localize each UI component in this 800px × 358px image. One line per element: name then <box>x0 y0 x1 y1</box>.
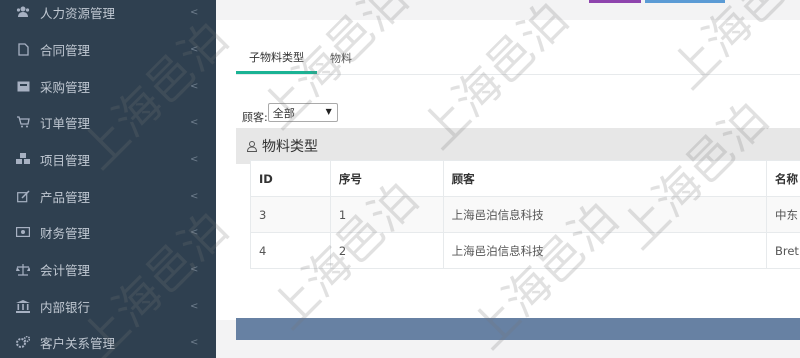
sidebar-item-hr[interactable]: 人力资源管理 < <box>0 0 216 30</box>
sidebar-item-label: 内部银行 <box>40 299 91 315</box>
sidebar-item-label: 客户关系管理 <box>40 335 116 351</box>
chevron-left-icon: < <box>190 116 199 128</box>
users-icon <box>16 5 30 19</box>
cell-name: Bret <box>765 232 800 269</box>
cell-id: 3 <box>250 196 331 233</box>
money-icon <box>16 225 30 239</box>
chevron-left-icon: < <box>190 190 199 202</box>
customer-select-value: 全部 <box>272 106 295 120</box>
top-toolbar <box>216 0 800 20</box>
chevron-left-icon: < <box>190 300 199 312</box>
sidebar-item-label: 会计管理 <box>40 262 91 278</box>
cell-id: 4 <box>250 232 331 269</box>
sidebar-item-contract[interactable]: 合同管理 < <box>0 31 216 67</box>
user-icon <box>246 141 258 152</box>
column-header-id[interactable]: ID <box>250 160 331 197</box>
sidebar-item-crm[interactable]: 客户关系管理 < <box>0 324 216 358</box>
file-icon <box>16 42 30 56</box>
cell-seq: 1 <box>329 196 444 233</box>
table-row[interactable]: 3 1 上海邑泊信息科技 中东 <box>250 196 800 233</box>
caret-down-icon: ▼ <box>325 107 332 116</box>
section-header: 物料类型 <box>236 128 800 164</box>
toolbar-button[interactable] <box>589 0 641 3</box>
chevron-left-icon: < <box>190 153 199 165</box>
sidebar-item-bank[interactable]: 内部银行 < <box>0 288 216 324</box>
section-title: 物料类型 <box>262 139 318 155</box>
sidebar-item-products[interactable]: 产品管理 < <box>0 178 216 214</box>
cell-customer: 上海邑泊信息科技 <box>442 232 767 269</box>
sidebar-item-label: 财务管理 <box>40 225 91 241</box>
edit-icon <box>16 189 30 203</box>
column-header-name[interactable]: 名称 <box>765 160 800 197</box>
footer-bar <box>236 318 800 340</box>
cart-icon <box>16 115 30 129</box>
cubes-icon <box>16 152 30 166</box>
tab-divider <box>236 74 800 75</box>
chevron-left-icon: < <box>190 80 199 92</box>
sidebar-item-purchase[interactable]: 采购管理 < <box>0 68 216 104</box>
chevron-left-icon: < <box>190 263 199 275</box>
sidebar-item-label: 项目管理 <box>40 152 91 168</box>
sidebar-item-label: 采购管理 <box>40 79 91 95</box>
column-header-customer[interactable]: 顾客 <box>442 160 767 197</box>
inbox-icon <box>16 79 30 93</box>
material-type-table: ID 序号 顾客 名称 3 1 上海邑泊信息科技 中东 4 2 上海邑泊信息科技… <box>250 160 800 269</box>
sidebar: 人力资源管理 < 合同管理 < 采购管理 < 订单管理 < 项目管理 < 产品管… <box>0 0 216 358</box>
tab-material[interactable]: 物料 <box>317 42 365 74</box>
sidebar-item-label: 合同管理 <box>40 42 91 58</box>
customer-select[interactable]: 全部 ▼ <box>267 103 338 122</box>
sidebar-item-orders[interactable]: 订单管理 < <box>0 104 216 140</box>
sidebar-item-accounting[interactable]: 会计管理 < <box>0 251 216 287</box>
cell-customer: 上海邑泊信息科技 <box>442 196 767 233</box>
sidebar-item-finance[interactable]: 财务管理 < <box>0 214 216 250</box>
cogs-icon <box>16 335 30 349</box>
chevron-left-icon: < <box>190 226 199 238</box>
chevron-left-icon: < <box>190 43 199 55</box>
column-header-seq[interactable]: 序号 <box>329 160 444 197</box>
cell-name: 中东 <box>765 196 800 233</box>
table-row[interactable]: 4 2 上海邑泊信息科技 Bret <box>250 232 800 269</box>
sidebar-item-label: 订单管理 <box>40 115 91 131</box>
toolbar-button[interactable] <box>645 0 725 3</box>
bank-icon <box>16 299 30 313</box>
balance-icon <box>16 262 30 276</box>
tab-sub-material-type[interactable]: 子物料类型 <box>236 42 317 74</box>
chevron-left-icon: < <box>190 336 199 348</box>
page-bottom <box>216 340 800 358</box>
sidebar-item-label: 产品管理 <box>40 189 91 205</box>
main-content: 子物料类型 物料 顾客: 全部 ▼ 物料类型 ID 序号 顾客 名称 3 1 上… <box>216 0 800 358</box>
customer-filter: 顾客: 全部 ▼ <box>242 103 338 124</box>
customer-filter-label: 顾客: <box>242 111 268 124</box>
chevron-left-icon: < <box>190 6 199 18</box>
table-header-row: ID 序号 顾客 名称 <box>250 160 800 197</box>
tab-bar: 子物料类型 物料 <box>236 42 365 74</box>
cell-seq: 2 <box>329 232 444 269</box>
sidebar-item-label: 人力资源管理 <box>40 5 116 21</box>
sidebar-item-projects[interactable]: 项目管理 < <box>0 141 216 177</box>
